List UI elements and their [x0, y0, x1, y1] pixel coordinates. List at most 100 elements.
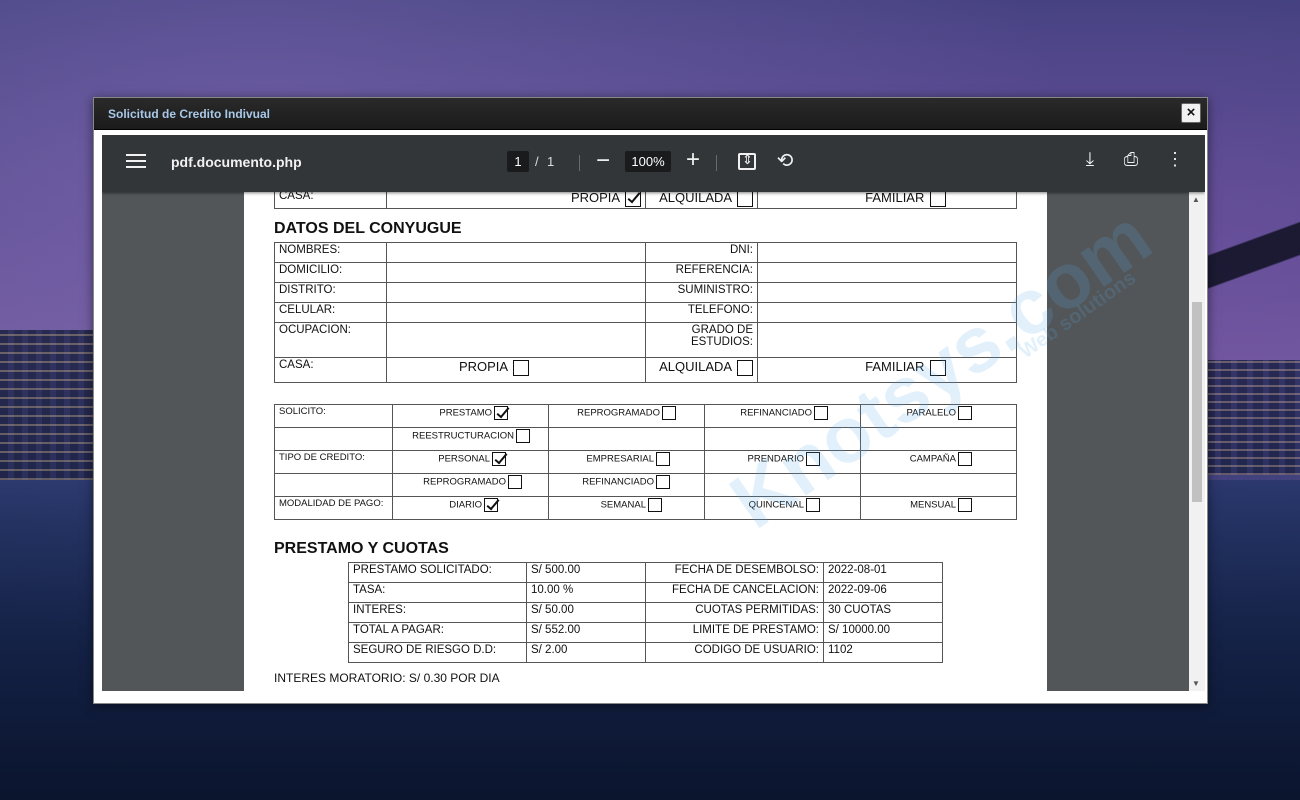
- option-propia: PROPIA: [386, 357, 646, 383]
- row-label: [274, 427, 393, 451]
- field-value: 2022-08-01: [823, 562, 943, 583]
- menu-icon[interactable]: [126, 154, 146, 172]
- table-row: CELULAR: TELEFONO:: [274, 302, 1017, 323]
- print-icon[interactable]: ⎙: [1120, 149, 1142, 170]
- section-title-prestamo: PRESTAMO Y CUOTAS: [274, 540, 449, 557]
- more-icon[interactable]: ⋮: [1166, 149, 1184, 170]
- credit-request-modal: Solicitud de Credito Indivual × pdf.docu…: [93, 97, 1208, 704]
- checkbox-icon: [737, 359, 753, 376]
- checkbox-icon: [656, 475, 670, 489]
- field-label: FECHA DE CANCELACION:: [645, 582, 824, 603]
- field-value: [757, 322, 1017, 358]
- field-value: S/ 10000.00: [823, 622, 943, 643]
- checkbox-checked-icon: [484, 498, 498, 512]
- field-value: [386, 242, 646, 263]
- checkbox-icon: [806, 452, 820, 466]
- field-label: LIMITE DE PRESTAMO:: [645, 622, 824, 643]
- checkbox-icon: [662, 406, 676, 420]
- background-bridge: [1205, 190, 1300, 320]
- field-label: DISTRITO:: [274, 282, 387, 303]
- interes-moratorio-text: INTERES MORATORIO: S/ 0.30 POR DIA: [274, 671, 500, 685]
- field-label: TASA:: [348, 582, 527, 603]
- field-value: [386, 262, 646, 283]
- field-value: [386, 282, 646, 303]
- close-icon[interactable]: ×: [1181, 103, 1201, 123]
- checkbox-icon: [814, 406, 828, 420]
- option-empresarial: EMPRESARIAL: [548, 450, 705, 474]
- option-diario: DIARIO: [392, 496, 549, 520]
- row-label: SOLICITO:: [274, 404, 393, 428]
- field-value: S/ 552.00: [526, 622, 646, 643]
- zoom-input[interactable]: 100%: [625, 151, 671, 172]
- checkbox-checked-icon: [492, 452, 506, 466]
- fit-page-icon[interactable]: [738, 152, 756, 170]
- row-label: MODALIDAD DE PAGO:: [274, 496, 393, 520]
- table-row: TOTAL A PAGAR: S/ 552.00 LIMITE DE PREST…: [348, 622, 943, 643]
- field-label: DNI:: [645, 242, 758, 263]
- checkbox-icon: [516, 429, 530, 443]
- vertical-scrollbar[interactable]: ▲ ▼: [1189, 192, 1205, 691]
- solicito-table: SOLICITO: PRESTAMO REPROGRAMADO REFINANC…: [274, 404, 1017, 520]
- pdf-page: CASA: PROPIA ALQUILADA FAMILIAR DATOS DE…: [244, 192, 1166, 691]
- casa-label: CASA:: [274, 357, 387, 383]
- option-alquilada: ALQUILADA: [645, 357, 758, 383]
- zoom-in-icon[interactable]: +: [684, 146, 702, 174]
- field-value: S/ 500.00: [526, 562, 646, 583]
- download-icon[interactable]: ⤓: [1080, 149, 1100, 171]
- field-label: SUMINISTRO:: [645, 282, 758, 303]
- zoom-out-icon[interactable]: −: [594, 147, 612, 175]
- scroll-up-icon[interactable]: ▲: [1192, 195, 1200, 204]
- table-row: CASA: PROPIA ALQUILADA FAMILIAR: [274, 357, 1017, 383]
- option-prestamo: PRESTAMO: [392, 404, 549, 428]
- casa-row-top: CASA: PROPIA ALQUILADA FAMILIAR: [274, 192, 1017, 209]
- option-paralelo: PARALELO: [860, 404, 1017, 428]
- row-label: [274, 473, 393, 497]
- field-value: [757, 282, 1017, 303]
- checkbox-icon: [508, 475, 522, 489]
- modal-header: Solicitud de Credito Indivual ×: [94, 98, 1207, 130]
- field-label: CODIGO DE USUARIO:: [645, 642, 824, 663]
- table-row: DOMICILIO: REFERENCIA:: [274, 262, 1017, 283]
- pdf-scroll-area[interactable]: CASA: PROPIA ALQUILADA FAMILIAR DATOS DE…: [102, 192, 1205, 691]
- checkbox-icon: [806, 498, 820, 512]
- field-value: 1102: [823, 642, 943, 663]
- modal-title: Solicitud de Credito Indivual: [108, 107, 271, 121]
- casa-label: CASA:: [274, 192, 387, 209]
- page-total: 1: [547, 154, 555, 169]
- field-label: FECHA DE DESEMBOLSO:: [645, 562, 824, 583]
- table-row: SEGURO DE RIESGO D.D: S/ 2.00 CODIGO DE …: [348, 642, 943, 663]
- conyugue-table: NOMBRES: DNI: DOMICILIO: REFERENCIA: DIS…: [274, 242, 1017, 383]
- empty-cell: [860, 473, 1017, 497]
- empty-cell: [860, 427, 1017, 451]
- option-refinanciado: REFINANCIADO: [548, 473, 705, 497]
- table-row: OCUPACION: GRADO DE ESTUDIOS:: [274, 322, 1017, 358]
- checkbox-icon: [958, 406, 972, 420]
- scroll-thumb[interactable]: [1192, 302, 1202, 502]
- field-label: SEGURO DE RIESGO D.D:: [348, 642, 527, 663]
- empty-cell: [704, 427, 861, 451]
- checkbox-icon: [648, 498, 662, 512]
- table-row: INTERES: S/ 50.00 CUOTAS PERMITIDAS: 30 …: [348, 602, 943, 623]
- field-label: PRESTAMO SOLICITADO:: [348, 562, 527, 583]
- option-reprogramado: REPROGRAMADO: [392, 473, 549, 497]
- field-label: REFERENCIA:: [645, 262, 758, 283]
- table-row: DISTRITO: SUMINISTRO:: [274, 282, 1017, 303]
- table-row: REESTRUCTURACION: [274, 427, 1017, 451]
- field-label: TELEFONO:: [645, 302, 758, 323]
- page-separator: /: [535, 154, 539, 169]
- background-city-left: [0, 330, 95, 480]
- option-refinanciado: REFINANCIADO: [704, 404, 861, 428]
- empty-cell: [548, 427, 705, 451]
- field-label: OCUPACION:: [274, 322, 387, 358]
- checkbox-icon: [930, 359, 946, 376]
- field-label: CELULAR:: [274, 302, 387, 323]
- checkbox-checked-icon: [494, 406, 508, 420]
- checkbox-checked-icon: [625, 192, 641, 207]
- page-number-input[interactable]: 1: [507, 151, 529, 172]
- checkbox-icon: [737, 192, 753, 207]
- rotate-icon[interactable]: ⟲: [774, 148, 796, 173]
- field-label: GRADO DE ESTUDIOS:: [645, 322, 758, 358]
- field-value: [386, 302, 646, 323]
- scroll-down-icon[interactable]: ▼: [1192, 679, 1200, 688]
- pdf-filename: pdf.documento.php: [171, 154, 302, 170]
